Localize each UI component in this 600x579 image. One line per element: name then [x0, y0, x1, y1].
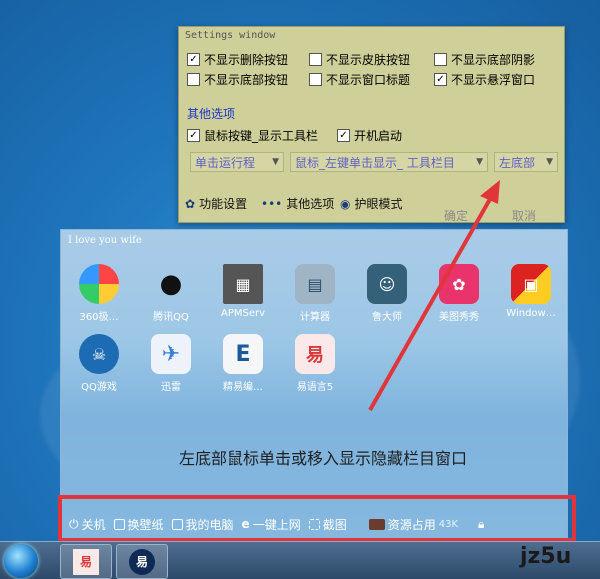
eye-care-mode-button[interactable]: ◉ 护眼模式	[340, 195, 403, 212]
checkbox-box[interactable]	[309, 53, 322, 66]
taskbar-yi[interactable]: 易	[116, 544, 168, 579]
select-value: 左底部	[499, 155, 536, 170]
checkbox-box[interactable]: ✓	[187, 53, 200, 66]
checkbox-box[interactable]	[434, 53, 447, 66]
app-label: 360极…	[79, 312, 119, 323]
app-label: 鲁大师	[372, 312, 402, 323]
taskbar-eyuyan[interactable]: 易	[60, 544, 112, 579]
app-360-browser[interactable]: 360极…	[66, 264, 132, 323]
function-settings-button[interactable]: ✿ 功能设置	[185, 195, 247, 212]
checkbox-label: 不显示底部按钮	[204, 73, 289, 87]
checkbox-no-bottom-shadow[interactable]: 不显示底部阴影	[434, 51, 535, 68]
checkbox-box[interactable]: ✓	[337, 129, 350, 142]
360-browser-icon	[79, 264, 119, 304]
select-value: 鼠标_左键单击显示_ 工具栏目	[295, 155, 455, 170]
checkbox-box[interactable]: ✓	[187, 129, 200, 142]
start-orb-icon[interactable]	[4, 544, 38, 578]
app-label: 美图秀秀	[439, 312, 479, 323]
checkbox-label: 开机启动	[354, 129, 403, 143]
select-value: 单击运行程	[195, 155, 256, 170]
section-other-options: 其他选项	[187, 107, 236, 121]
eyuyan-taskbar-icon: 易	[73, 548, 99, 575]
checkbox-no-floating-window[interactable]: ✓ 不显示悬浮窗口	[434, 71, 535, 88]
checkbox-no-window-title[interactable]: 不显示窗口标题	[309, 71, 410, 88]
dots-icon: •••	[261, 196, 283, 211]
app-label: Window…	[506, 308, 556, 319]
qq-penguin-icon: ●	[159, 269, 183, 299]
checkbox-label: 不显示窗口标题	[326, 73, 411, 87]
app-jingyi-editor[interactable]: E 精易编…	[210, 334, 276, 393]
panel-title: I love you wife	[68, 235, 142, 246]
checkbox-label: 不显示皮肤按钮	[326, 53, 411, 67]
chevron-down-icon: ▼	[272, 157, 279, 167]
gear-icon: ✿	[185, 196, 196, 211]
app-calculator[interactable]: ▤ 计算器	[282, 264, 348, 323]
action-label: 其他选项	[286, 197, 335, 211]
checkbox-label: 不显示删除按钮	[204, 53, 289, 67]
checkbox-box[interactable]	[309, 73, 322, 86]
app-eyuyan[interactable]: 易 易语言5	[282, 334, 348, 393]
checkbox-label: 不显示悬浮窗口	[451, 73, 536, 87]
qq-game-icon: ☠	[79, 334, 119, 374]
app-label: 精易编…	[223, 382, 263, 393]
checkbox-autostart[interactable]: ✓ 开机启动	[337, 127, 402, 144]
app-meitu[interactable]: ✿ 美图秀秀	[426, 264, 492, 323]
app-apmserv[interactable]: ▦ APMServ	[210, 264, 276, 319]
watermark-text: jz5u	[520, 544, 572, 569]
watermark-logo: jz5u	[520, 544, 571, 569]
app-label: 计算器	[300, 312, 330, 323]
cancel-button[interactable]: 取消	[512, 207, 536, 224]
select-mouse-trigger[interactable]: 鼠标_左键单击显示_ 工具栏目 ▼	[290, 152, 488, 172]
app-ludashi[interactable]: ☺ 鲁大师	[354, 264, 420, 323]
action-label: 功能设置	[199, 197, 248, 211]
app-windows-tool[interactable]: ▣ Window…	[498, 264, 564, 319]
app-label: APMServ	[220, 308, 266, 319]
checkbox-mouse-show-toolbar[interactable]: ✓ 鼠标按键_显示工具栏	[187, 127, 318, 144]
eye-icon: ◉	[340, 196, 351, 211]
windows-cube-icon: ▣	[511, 264, 551, 304]
app-xunlei[interactable]: ✈ 迅雷	[138, 334, 204, 393]
action-label: 护眼模式	[354, 197, 403, 211]
checkbox-label: 不显示底部阴影	[451, 53, 536, 67]
select-position[interactable]: 左底部 ▼	[494, 152, 558, 172]
apmserv-icon: ▦	[223, 264, 263, 304]
chevron-down-icon: ▼	[476, 157, 483, 167]
select-click-action[interactable]: 单击运行程 ▼	[190, 152, 284, 172]
chevron-down-icon: ▼	[546, 157, 553, 167]
checkbox-box[interactable]: ✓	[434, 73, 447, 86]
calculator-icon: ▤	[295, 264, 335, 304]
xunlei-bird-icon: ✈	[151, 334, 191, 374]
checkbox-label: 鼠标按键_显示工具栏	[204, 129, 319, 143]
settings-window: Settings window ✓ 不显示删除按钮 不显示皮肤按钮 不显示底部阴…	[178, 26, 565, 223]
settings-title: Settings window	[185, 30, 276, 41]
checkbox-box[interactable]	[187, 73, 200, 86]
app-label: QQ游戏	[81, 382, 117, 393]
meitu-icon: ✿	[439, 264, 479, 304]
other-options-button[interactable]: ••• 其他选项	[261, 195, 334, 212]
taskbar: 易 易	[0, 541, 600, 579]
app-label: 易语言5	[296, 382, 334, 393]
eyuyan-icon: 易	[295, 334, 335, 374]
checkbox-no-bottom-buttons[interactable]: 不显示底部按钮	[187, 71, 288, 88]
ludashi-icon: ☺	[367, 264, 407, 304]
app-qq[interactable]: ● 腾讯QQ	[138, 264, 204, 323]
panel-caption: 左底部鼠标单击或移入显示隐藏栏目窗口	[179, 449, 468, 468]
app-label: 腾讯QQ	[153, 312, 189, 323]
app-label: 迅雷	[161, 382, 181, 393]
checkbox-no-skin-button[interactable]: 不显示皮肤按钮	[309, 51, 410, 68]
yi-taskbar-icon: 易	[129, 548, 155, 575]
app-qq-game[interactable]: ☠ QQ游戏	[66, 334, 132, 393]
jingyi-editor-icon: E	[223, 334, 263, 374]
checkbox-no-delete-button[interactable]: ✓ 不显示删除按钮	[187, 51, 288, 68]
annotation-highlight-box	[58, 495, 576, 542]
ok-button[interactable]: 确定	[444, 207, 468, 224]
